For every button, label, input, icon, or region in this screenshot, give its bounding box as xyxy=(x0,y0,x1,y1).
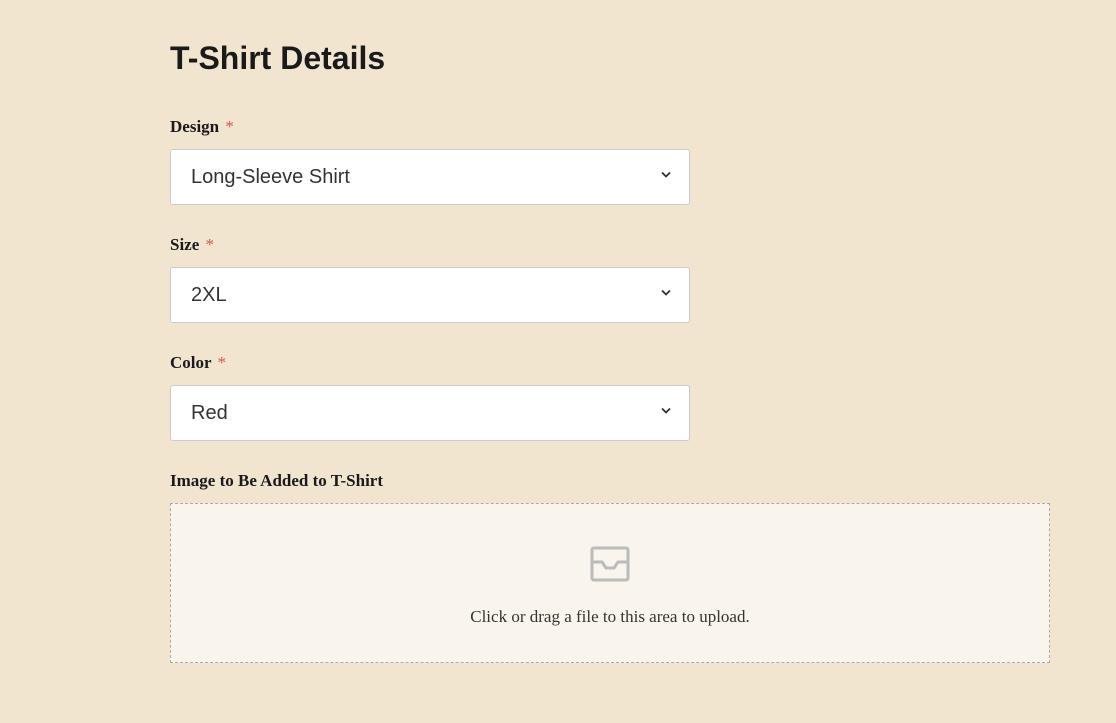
upload-dropzone[interactable]: Click or drag a file to this area to upl… xyxy=(170,503,1050,663)
size-select[interactable]: 2XL xyxy=(170,267,690,323)
required-asterisk: * xyxy=(218,353,227,372)
upload-label: Image to Be Added to T-Shirt xyxy=(170,471,1010,491)
color-select[interactable]: Red xyxy=(170,385,690,441)
required-asterisk: * xyxy=(225,117,234,136)
design-label-text: Design xyxy=(170,117,219,136)
size-field: Size * 2XL xyxy=(170,235,1010,323)
color-label: Color * xyxy=(170,353,1010,373)
size-label-text: Size xyxy=(170,235,199,254)
upload-instruction: Click or drag a file to this area to upl… xyxy=(191,607,1029,627)
color-field: Color * Red xyxy=(170,353,1010,441)
inbox-icon xyxy=(588,544,632,589)
design-field: Design * Long-Sleeve Shirt xyxy=(170,117,1010,205)
design-select[interactable]: Long-Sleeve Shirt xyxy=(170,149,690,205)
color-label-text: Color xyxy=(170,353,211,372)
page-title: T-Shirt Details xyxy=(170,40,1010,77)
size-label: Size * xyxy=(170,235,1010,255)
design-label: Design * xyxy=(170,117,1010,137)
required-asterisk: * xyxy=(206,235,215,254)
upload-field: Image to Be Added to T-Shirt Click or dr… xyxy=(170,471,1010,663)
